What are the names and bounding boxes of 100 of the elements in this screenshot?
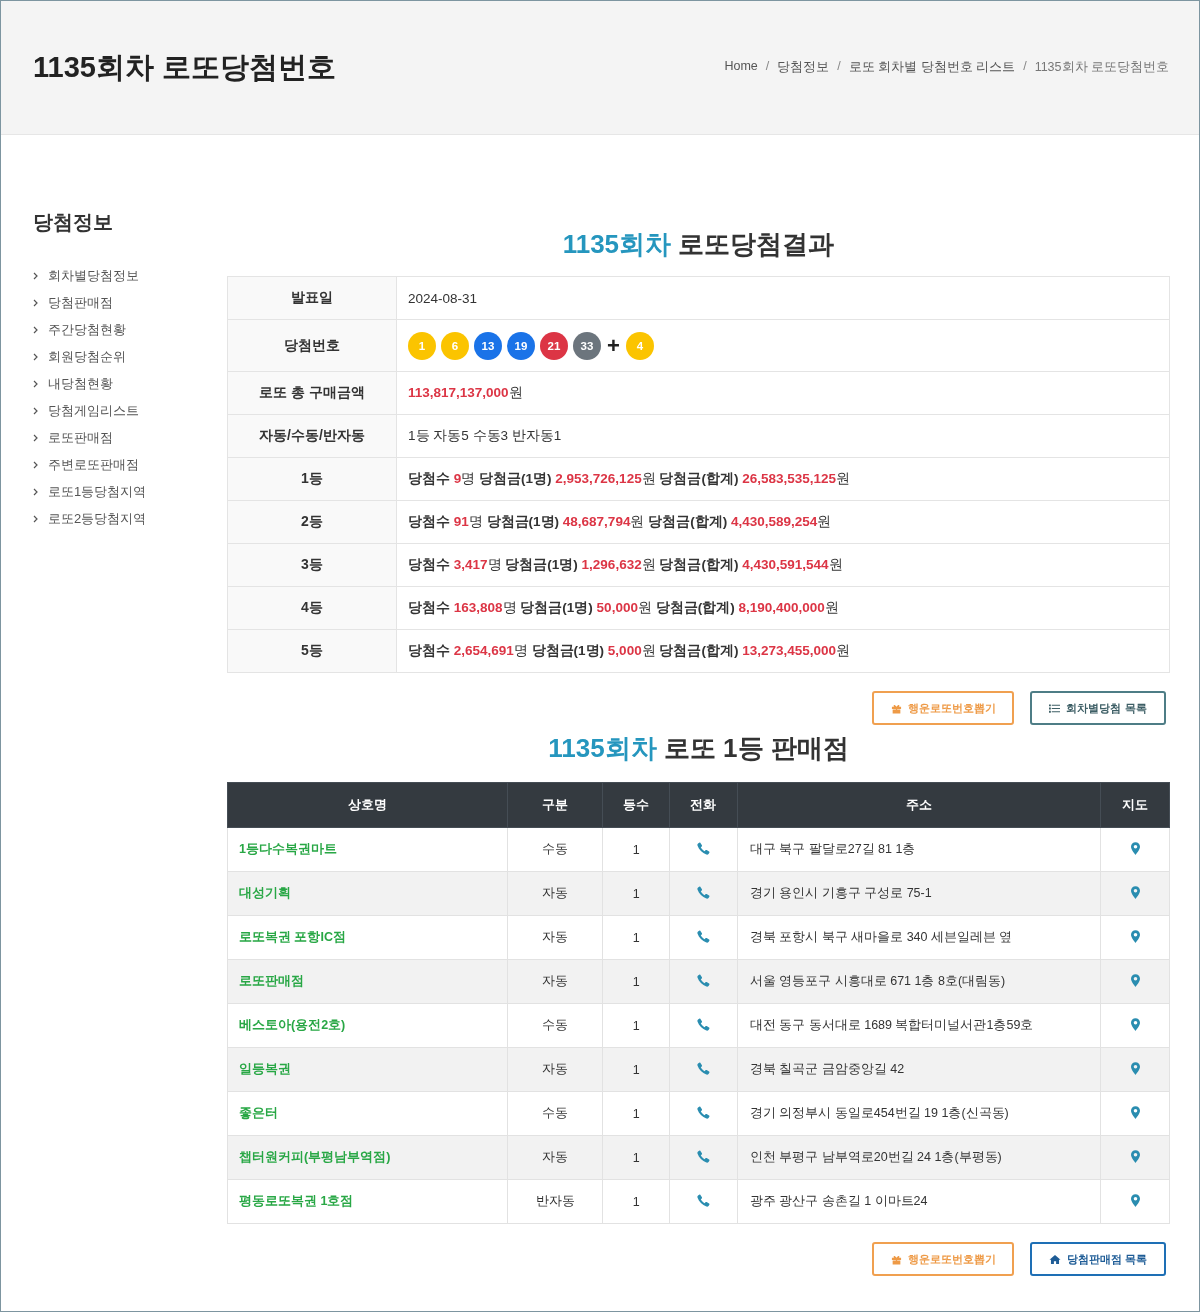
map-pin-icon[interactable] (1130, 1017, 1140, 1031)
table-cell: 수동 (507, 1091, 603, 1136)
column-header: 주소 (737, 782, 1101, 828)
map-pin-icon[interactable] (1130, 841, 1140, 855)
phone-icon[interactable] (696, 885, 710, 899)
table-cell: 1 (602, 871, 670, 916)
map-pin-icon[interactable] (1130, 1061, 1140, 1075)
table-cell: 1 (602, 827, 670, 872)
prize-details: 당첨수 3,417명 당첨금(1명) 1,296,632원 당첨금(합계) 4,430,591,544원 (396, 543, 1170, 587)
list-icon (1049, 702, 1061, 714)
sidebar-link[interactable]: 로또2등당첨지역 (48, 509, 147, 528)
map-pin-icon[interactable] (1130, 1149, 1140, 1163)
table-cell: 자동 (507, 871, 603, 916)
row-label: 발표일 (227, 276, 397, 320)
phone-icon[interactable] (696, 841, 710, 855)
column-header: 상호명 (227, 782, 508, 828)
breadcrumb-link[interactable]: 당첨정보 (777, 59, 830, 76)
phone-icon[interactable] (696, 1105, 710, 1119)
table-cell: 자동 (507, 1047, 603, 1092)
chevron-icon (33, 406, 39, 415)
chevron-icon (33, 298, 39, 307)
chevron-icon (33, 433, 39, 442)
prize-details: 당첨수 163,808명 당첨금(1명) 50,000원 당첨금(합계) 8,190,400,000원 (396, 586, 1170, 630)
breadcrumb-link[interactable]: Home (724, 59, 758, 76)
table-cell: 인천 부평구 남부역로20번길 24 1층(부평동) (737, 1135, 1101, 1180)
row-label: 자동/수동/반자동 (227, 414, 397, 458)
phone-icon[interactable] (696, 1193, 710, 1207)
column-header: 구분 (507, 782, 603, 828)
row-label: 1등 (227, 457, 397, 501)
table-cell: 1 (602, 1091, 670, 1136)
row-label: 2등 (227, 500, 397, 544)
sidebar-link[interactable]: 당첨판매점 (48, 293, 113, 312)
sidebar-link[interactable]: 주변로또판매점 (48, 455, 139, 474)
chevron-icon (33, 352, 39, 361)
row-label: 3등 (227, 543, 397, 587)
sidebar-link[interactable]: 로또1등당첨지역 (48, 482, 147, 501)
store-list-button[interactable]: 당첨판매점 목록 (1030, 1242, 1166, 1276)
phone-icon[interactable] (696, 1017, 710, 1031)
map-pin-icon[interactable] (1130, 1193, 1140, 1207)
result-title: 1135회차 로또당첨결과 (561, 228, 836, 261)
breadcrumb-separator: / (765, 59, 770, 75)
number-ball: 19 (507, 331, 535, 360)
table-cell: 서울 영등포구 시흥대로 671 1층 8호(대림동) (737, 959, 1101, 1004)
stores-title: 1135회차 로또 1등 판매점 (547, 732, 850, 765)
number-ball: 1 (408, 331, 436, 360)
column-header: 등수 (602, 782, 670, 828)
number-ball: 6 (441, 331, 469, 360)
prize-details: 당첨수 9명 당첨금(1명) 2,953,726,125원 당첨금(합계) 26,583,535,125원 (396, 457, 1170, 501)
number-ball: 13 (474, 331, 502, 360)
table-cell: 수동 (507, 827, 603, 872)
sidebar-link[interactable]: 회원당첨순위 (48, 347, 126, 366)
table-cell: 1 (602, 1003, 670, 1048)
breadcrumb-link[interactable]: 로또 회차별 당첨번호 리스트 (848, 59, 1016, 76)
map-pin-icon[interactable] (1130, 885, 1140, 899)
bonus-ball: 4 (625, 331, 654, 360)
phone-icon[interactable] (696, 1061, 710, 1075)
table-cell: 1 (602, 1179, 670, 1224)
phone-icon[interactable] (696, 973, 710, 987)
chevron-icon (33, 487, 39, 496)
table-cell: 자동 (507, 1135, 603, 1180)
table-cell: 대전 동구 동서대로 1689 복합터미널서관1층59호 (737, 1003, 1101, 1048)
table-cell: 대구 북구 팔달로27길 81 1층 (737, 827, 1101, 872)
table-cell: 경기 용인시 기흥구 구성로 75-1 (737, 871, 1101, 916)
chevron-icon (33, 460, 39, 469)
map-pin-icon[interactable] (1130, 1105, 1140, 1119)
chevron-icon (33, 514, 39, 523)
map-pin-icon[interactable] (1130, 973, 1140, 987)
breadcrumb-separator: / (837, 59, 841, 75)
breadcrumb-current: 1135회차 로또당첨번호 (1034, 59, 1169, 76)
sidebar-link[interactable]: 내당첨현황 (48, 374, 113, 393)
gift-icon (890, 1253, 902, 1265)
table-cell: 1 (602, 1135, 670, 1180)
table-cell: 자동 (507, 915, 603, 960)
sidebar-link[interactable]: 주간당첨현황 (48, 320, 126, 339)
chevron-icon (33, 325, 39, 334)
sidebar-link[interactable]: 당첨게임리스트 (48, 401, 139, 420)
chevron-icon (33, 271, 39, 280)
prize-details: 당첨수 2,654,691명 당첨금(1명) 5,000원 당첨금(합계) 13,273,455,000원 (396, 629, 1170, 673)
table-cell: 경북 포항시 북구 새마을로 340 세븐일레븐 옆 (737, 915, 1101, 960)
sidebar-link[interactable]: 회차별당첨정보 (48, 266, 139, 285)
plus-sign: + (607, 334, 620, 357)
home-icon (1048, 1253, 1061, 1265)
draw-list-button[interactable]: 회차별당첨 목록 (1030, 691, 1166, 725)
phone-icon[interactable] (696, 929, 710, 943)
map-pin-icon[interactable] (1130, 929, 1140, 943)
number-ball: 33 (573, 331, 601, 360)
table-cell: 2024-08-31 (396, 276, 1170, 320)
sidebar-link[interactable]: 로또판매점 (48, 428, 113, 447)
table-cell: 1 (602, 959, 670, 1004)
table-cell: 1등 자동5 수동3 반자동1 (396, 414, 1170, 458)
page-title: 1135회차 로또당첨번호 (33, 49, 336, 85)
table-cell: 반자동 (507, 1179, 603, 1224)
number-ball: 21 (540, 331, 568, 360)
table-cell: 자동 (507, 959, 603, 1004)
column-header: 전화 (669, 782, 738, 828)
table-cell: 113,817,137,000원 (396, 371, 1170, 415)
phone-icon[interactable] (696, 1149, 710, 1163)
sidebar-title: 당첨정보 (33, 210, 114, 235)
table-cell: 광주 광산구 송촌길 1 이마트24 (737, 1179, 1101, 1224)
table-cell: 1 (602, 915, 670, 960)
